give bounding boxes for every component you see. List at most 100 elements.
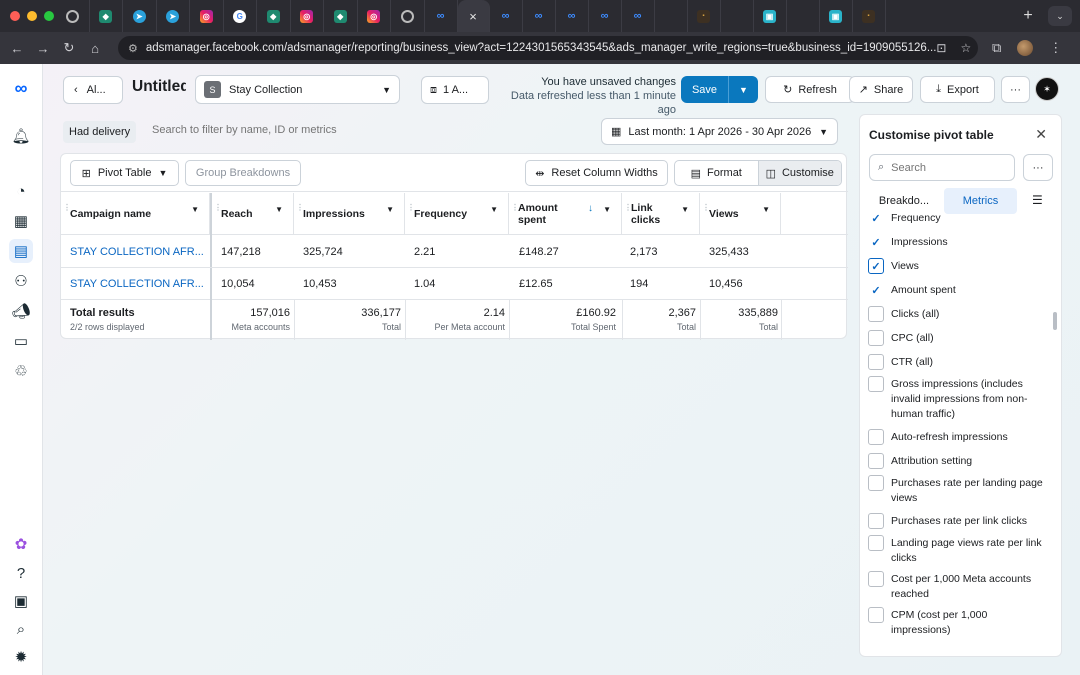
- help-question-icon[interactable]: ?: [9, 561, 33, 585]
- customise-button[interactable]: ◫ Customise: [757, 161, 841, 185]
- checkbox[interactable]: [868, 453, 884, 469]
- home-icon[interactable]: ⌂: [82, 41, 108, 56]
- browser-tab[interactable]: ∞: [622, 0, 655, 32]
- metrics-list-scrollbar[interactable]: [1053, 312, 1057, 330]
- report-title[interactable]: Untitled: [132, 78, 186, 96]
- browser-tab[interactable]: ◆: [90, 0, 123, 32]
- drag-handle-icon[interactable]: ⋮: [407, 202, 415, 214]
- sort-list-icon[interactable]: ☰: [1032, 193, 1043, 207]
- browser-tab[interactable]: [56, 0, 90, 32]
- close-icon[interactable]: ✕: [1035, 126, 1047, 143]
- caret-down-icon[interactable]: ▼: [490, 204, 498, 216]
- export-button[interactable]: ⤓ Export: [920, 76, 995, 103]
- metric-item[interactable]: ✓ Views: [868, 258, 1048, 274]
- campaign-name-link[interactable]: STAY COLLECTION AFR...: [70, 236, 204, 268]
- close-window-button[interactable]: [10, 11, 20, 21]
- browser-tab[interactable]: ▪: [688, 0, 721, 32]
- metric-item[interactable]: Gross impressions (includes invalid impr…: [868, 376, 1048, 422]
- news-feed-icon[interactable]: ▣: [9, 589, 33, 613]
- checkbox-checked[interactable]: ✓: [868, 234, 884, 250]
- browser-tab[interactable]: ◎: [291, 0, 324, 32]
- meta-logo-icon[interactable]: ∞: [9, 76, 33, 100]
- browser-tab[interactable]: [787, 0, 820, 32]
- meta-ai-flower-icon[interactable]: ✿: [9, 532, 33, 556]
- checkbox[interactable]: [868, 376, 884, 392]
- date-range-picker[interactable]: ▦ Last month: 1 Apr 2026 - 30 Apr 2026 ▼: [601, 118, 838, 145]
- browser-tab[interactable]: ∞: [523, 0, 556, 32]
- new-tab-button[interactable]: +: [1008, 7, 1048, 25]
- checkbox[interactable]: [868, 475, 884, 491]
- browser-tab[interactable]: ▣: [820, 0, 853, 32]
- chrome-menu-icon[interactable]: ⋮: [1049, 40, 1062, 56]
- browser-tab[interactable]: [721, 0, 754, 32]
- forward-arrow-icon[interactable]: →: [30, 41, 56, 56]
- checkbox[interactable]: [868, 306, 884, 322]
- ads-selector[interactable]: ⧈ 1 A...: [421, 76, 489, 104]
- browser-tab[interactable]: ∞: [556, 0, 589, 32]
- business-tools-icon[interactable]: ♲: [9, 359, 33, 383]
- user-avatar[interactable]: ✶: [1035, 77, 1059, 101]
- caret-down-icon[interactable]: ▼: [762, 204, 770, 216]
- checkbox[interactable]: [868, 607, 884, 623]
- save-options-dropdown[interactable]: ▼: [728, 76, 758, 103]
- site-settings-icon[interactable]: ⚙: [128, 42, 138, 55]
- metric-item[interactable]: Purchases rate per link clicks: [868, 513, 1048, 529]
- checkbox-checked[interactable]: ✓: [868, 258, 884, 274]
- install-app-icon[interactable]: ⊡: [936, 41, 946, 55]
- metric-item[interactable]: Purchases rate per landing page views: [868, 475, 1048, 506]
- caret-down-icon[interactable]: ▼: [681, 204, 689, 216]
- tab-search-icon[interactable]: ⌄: [1048, 6, 1072, 26]
- checkbox[interactable]: [868, 429, 884, 445]
- browser-tab[interactable]: ➤: [157, 0, 190, 32]
- metric-item[interactable]: Cost per 1,000 Meta accounts reached: [868, 571, 1048, 602]
- caret-down-icon[interactable]: ▼: [275, 204, 283, 216]
- bug-report-icon[interactable]: ✹: [9, 645, 33, 669]
- browser-tab[interactable]: ◎: [190, 0, 224, 32]
- metrics-search[interactable]: ⌕: [869, 154, 1015, 181]
- metric-item[interactable]: CTR (all): [868, 354, 1048, 370]
- browser-tab[interactable]: ▣: [754, 0, 787, 32]
- drag-handle-icon[interactable]: ⋮: [511, 202, 519, 214]
- profile-avatar[interactable]: [1017, 40, 1034, 56]
- browser-tab[interactable]: [655, 0, 688, 32]
- metric-item[interactable]: ✓ Impressions: [868, 234, 1048, 250]
- share-button[interactable]: ↗ Share: [849, 76, 913, 103]
- browser-tab[interactable]: G: [224, 0, 257, 32]
- maximize-window-button[interactable]: [44, 11, 54, 21]
- browser-tab[interactable]: [391, 0, 425, 32]
- notifications-bell-icon[interactable]: 🔔︎: [9, 124, 33, 148]
- audiences-icon[interactable]: ⚇: [9, 269, 33, 293]
- all-reports-back-button[interactable]: ‹ Al...: [63, 76, 123, 104]
- group-breakdowns-button[interactable]: Group Breakdowns: [185, 160, 301, 186]
- campaigns-table-icon[interactable]: ▦: [9, 209, 33, 233]
- browser-tab[interactable]: ◎: [358, 0, 391, 32]
- browser-tab[interactable]: ➤: [123, 0, 157, 32]
- metric-item[interactable]: CPM (cost per 1,000 impressions): [868, 607, 1048, 638]
- caret-down-icon[interactable]: ▼: [191, 204, 199, 216]
- caret-down-icon[interactable]: ▼: [603, 204, 611, 216]
- checkbox-checked[interactable]: ✓: [868, 210, 884, 226]
- metric-item[interactable]: ✓ Frequency: [868, 210, 1048, 226]
- metric-item[interactable]: Attribution setting: [868, 453, 1048, 469]
- checkbox-checked[interactable]: ✓: [868, 282, 884, 298]
- pivot-table-dropdown[interactable]: ⊞ Pivot Table ▼: [70, 160, 179, 186]
- browser-tab[interactable]: ◆: [324, 0, 358, 32]
- drag-handle-icon[interactable]: ⋮: [63, 202, 71, 214]
- drag-handle-icon[interactable]: ⋮: [702, 202, 710, 214]
- sort-descending-icon[interactable]: ↓: [588, 203, 593, 215]
- checkbox[interactable]: [868, 513, 884, 529]
- ads-megaphone-icon[interactable]: 📣︎: [9, 299, 33, 323]
- browser-tab[interactable]: ∞: [589, 0, 622, 32]
- more-options-button[interactable]: ···: [1001, 76, 1030, 103]
- checkbox[interactable]: [868, 535, 884, 551]
- ad-account-selector[interactable]: S Stay Collection ▼: [195, 75, 400, 104]
- save-button[interactable]: Save: [681, 76, 728, 103]
- browser-tab[interactable]: ∞: [425, 0, 458, 32]
- browser-tab[interactable]: ▪: [853, 0, 886, 32]
- column-header-reach[interactable]: ⋮ Reach ▼: [212, 193, 294, 235]
- caret-down-icon[interactable]: ▼: [386, 204, 394, 216]
- column-header-amount-spent[interactable]: ⋮ Amount spent ↓ ▼: [509, 193, 622, 235]
- metric-item[interactable]: Clicks (all): [868, 306, 1048, 322]
- extensions-icon[interactable]: ⧉: [992, 40, 1001, 56]
- back-arrow-icon[interactable]: ←: [4, 41, 30, 56]
